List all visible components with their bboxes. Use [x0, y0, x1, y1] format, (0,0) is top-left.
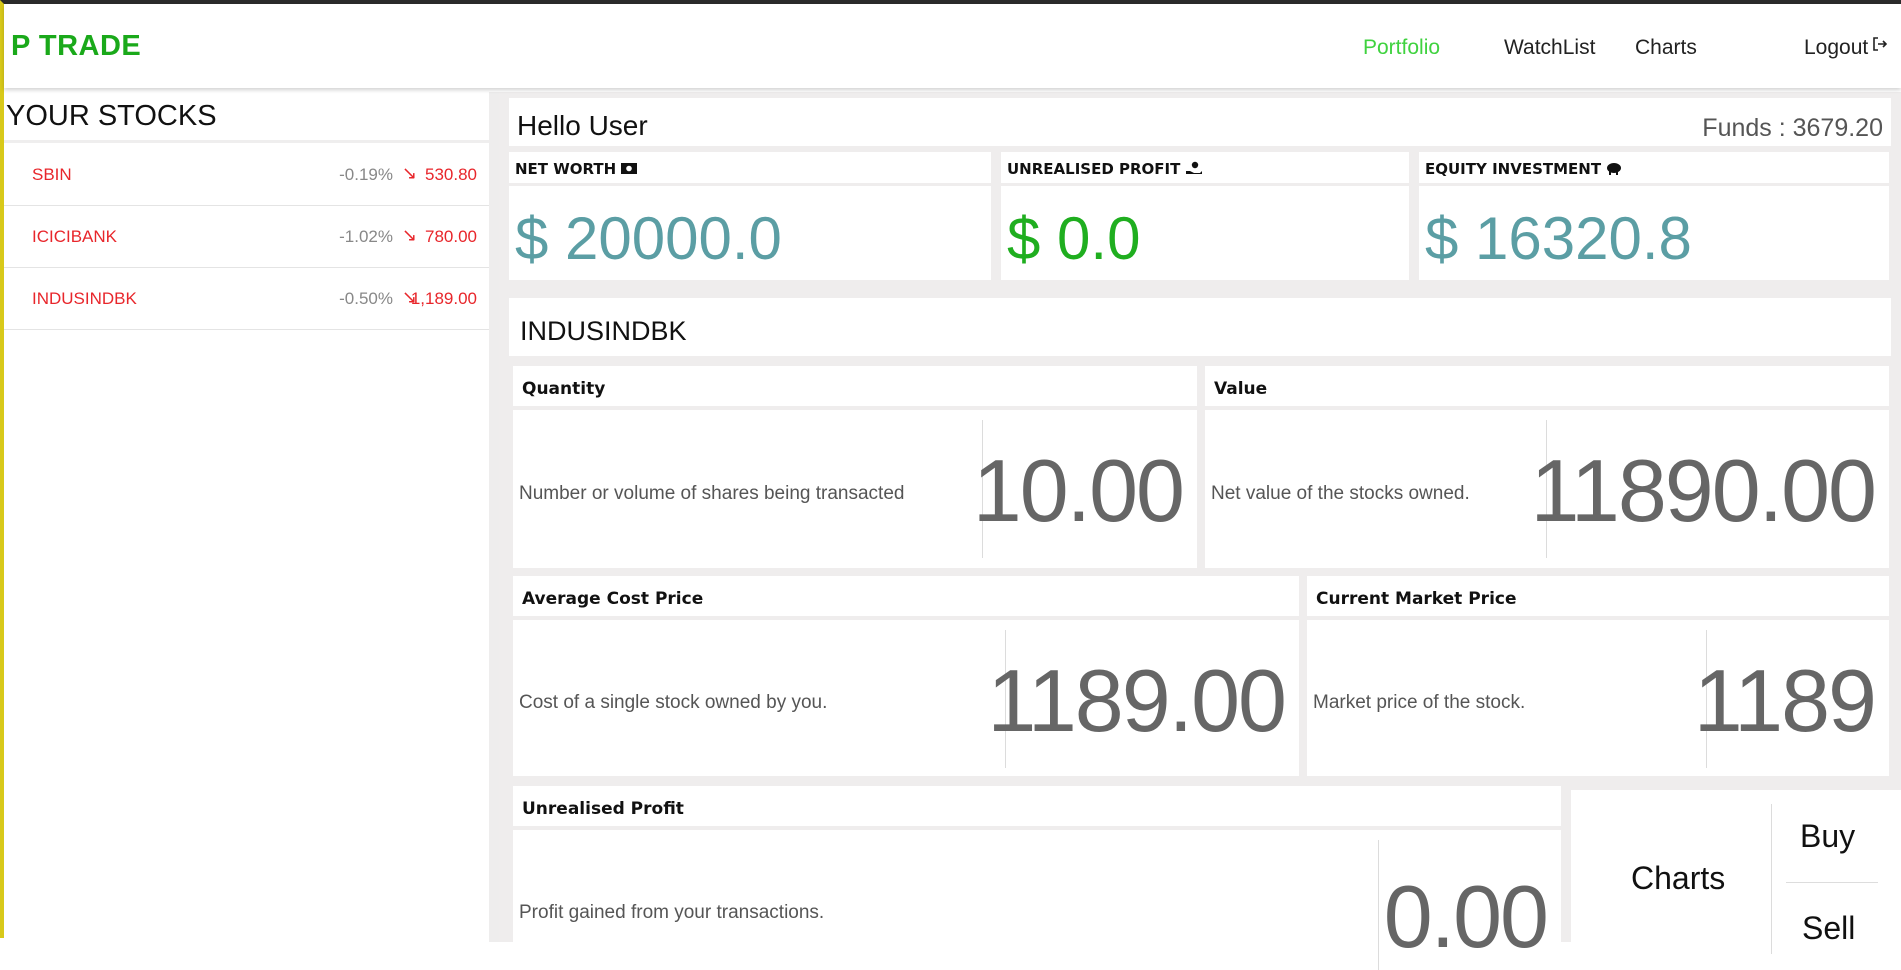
unrealised-profit-label: UNREALISED PROFIT	[1007, 160, 1181, 178]
sell-button-label: Sell	[1802, 910, 1856, 946]
buy-button[interactable]: Buy	[1786, 790, 1878, 883]
market-price-description: Market price of the stock.	[1313, 692, 1526, 713]
net-worth-card: NET WORTH $ 20000.0	[509, 152, 991, 280]
top-navbar: P TRADE Portfolio WatchList Charts Logou…	[4, 4, 1901, 88]
logout-icon	[1873, 37, 1888, 51]
market-price-value: 1189	[1693, 651, 1877, 750]
market-price-card: Current Market Price Market price of the…	[1307, 576, 1889, 776]
equity-investment-label: EQUITY INVESTMENT	[1425, 160, 1602, 178]
value-header: Value	[1205, 366, 1889, 410]
action-panel: Charts Buy Sell	[1571, 790, 1901, 954]
sidebar-title: YOUR STOCKS	[6, 100, 217, 132]
stock-change: -0.50%	[339, 289, 393, 308]
nav-watchlist[interactable]: WatchList	[1504, 36, 1595, 60]
selected-stock-symbol: INDUSINDBK	[520, 316, 687, 346]
arrow-down-right-icon: ↘	[401, 163, 417, 183]
stock-row-sbin[interactable]: SBIN -0.19% ↘ 530.80	[4, 144, 489, 206]
sell-button[interactable]: Sell	[1786, 882, 1878, 962]
equity-investment-card: EQUITY INVESTMENT $ 16320.8	[1419, 152, 1889, 280]
charts-button[interactable]: Charts	[1571, 790, 1771, 950]
net-worth-label: NET WORTH	[515, 160, 617, 178]
unrealised-profit-detail-value: 0.00	[1383, 867, 1549, 966]
unrealised-profit-header: UNREALISED PROFIT	[1001, 152, 1409, 186]
net-worth-value: $ 20000.0	[515, 205, 782, 272]
stocks-sidebar: YOUR STOCKS SBIN -0.19% ↘ 530.80 ICICIBA…	[4, 92, 499, 942]
equity-investment-header: EQUITY INVESTMENT	[1419, 152, 1889, 186]
stock-symbol: ICICIBANK	[32, 227, 118, 246]
value-value: 11890.00	[1530, 441, 1877, 540]
greeting-bar: Hello User Funds : 3679.20	[509, 98, 1891, 146]
stock-row-icicibank[interactable]: ICICIBANK -1.02% ↘ 780.00	[4, 206, 489, 268]
stock-row-indusindbk[interactable]: INDUSINDBK -0.50% ↘ 1,189.00	[4, 268, 489, 330]
quantity-header: Quantity	[513, 366, 1197, 410]
charts-button-label: Charts	[1631, 860, 1726, 896]
buy-button-label: Buy	[1800, 818, 1856, 854]
average-cost-card: Average Cost Price Cost of a single stoc…	[513, 576, 1299, 776]
nav-charts[interactable]: Charts	[1635, 36, 1697, 60]
greeting-text: Hello User	[517, 110, 648, 141]
stock-change: -1.02%	[339, 227, 393, 246]
quantity-value: 10.00	[972, 441, 1185, 540]
hand-coin-icon	[1185, 161, 1202, 174]
stock-price: 530.80	[425, 165, 477, 184]
money-icon	[621, 163, 638, 174]
value-card: Value Net value of the stocks owned. 118…	[1205, 366, 1889, 568]
stock-change: -0.19%	[339, 165, 393, 184]
divider	[1771, 804, 1772, 954]
nav-logout[interactable]: Logout	[1804, 36, 1888, 60]
net-worth-header: NET WORTH	[509, 152, 991, 186]
quantity-card: Quantity Number or volume of shares bein…	[513, 366, 1197, 568]
unrealised-profit-card: UNREALISED PROFIT $ 0.0	[1001, 152, 1409, 280]
funds-value: Funds : 3679.20	[1702, 114, 1883, 142]
main-content: Hello User Funds : 3679.20 NET WORTH $ 2…	[499, 92, 1901, 970]
stock-price: 1,189.00	[410, 289, 477, 308]
piggy-bank-icon	[1607, 163, 1622, 175]
average-cost-header: Average Cost Price	[513, 576, 1299, 620]
divider	[4, 140, 489, 143]
unrealised-profit-detail-header: Unrealised Profit	[513, 786, 1561, 830]
stock-symbol: INDUSINDBK	[32, 289, 137, 308]
divider	[1378, 840, 1379, 970]
brand-logo[interactable]: P TRADE	[11, 30, 141, 63]
average-cost-value: 1189.00	[987, 651, 1287, 750]
nav-portfolio[interactable]: Portfolio	[1363, 36, 1440, 60]
unrealised-profit-detail-description: Profit gained from your transactions.	[519, 902, 825, 923]
market-price-header: Current Market Price	[1307, 576, 1889, 620]
average-cost-description: Cost of a single stock owned by you.	[519, 692, 828, 713]
logout-label: Logout	[1804, 36, 1869, 59]
unrealised-profit-value: $ 0.0	[1007, 205, 1141, 272]
equity-investment-value: $ 16320.8	[1425, 205, 1692, 272]
stock-symbol: SBIN	[32, 165, 72, 184]
arrow-down-right-icon: ↘	[401, 225, 417, 245]
unrealised-profit-detail-card: Unrealised Profit Profit gained from you…	[513, 786, 1561, 970]
selected-stock-header: INDUSINDBK	[509, 298, 1891, 356]
quantity-description: Number or volume of shares being transac…	[519, 483, 905, 504]
stock-price: 780.00	[425, 227, 477, 246]
value-description: Net value of the stocks owned.	[1211, 483, 1470, 504]
